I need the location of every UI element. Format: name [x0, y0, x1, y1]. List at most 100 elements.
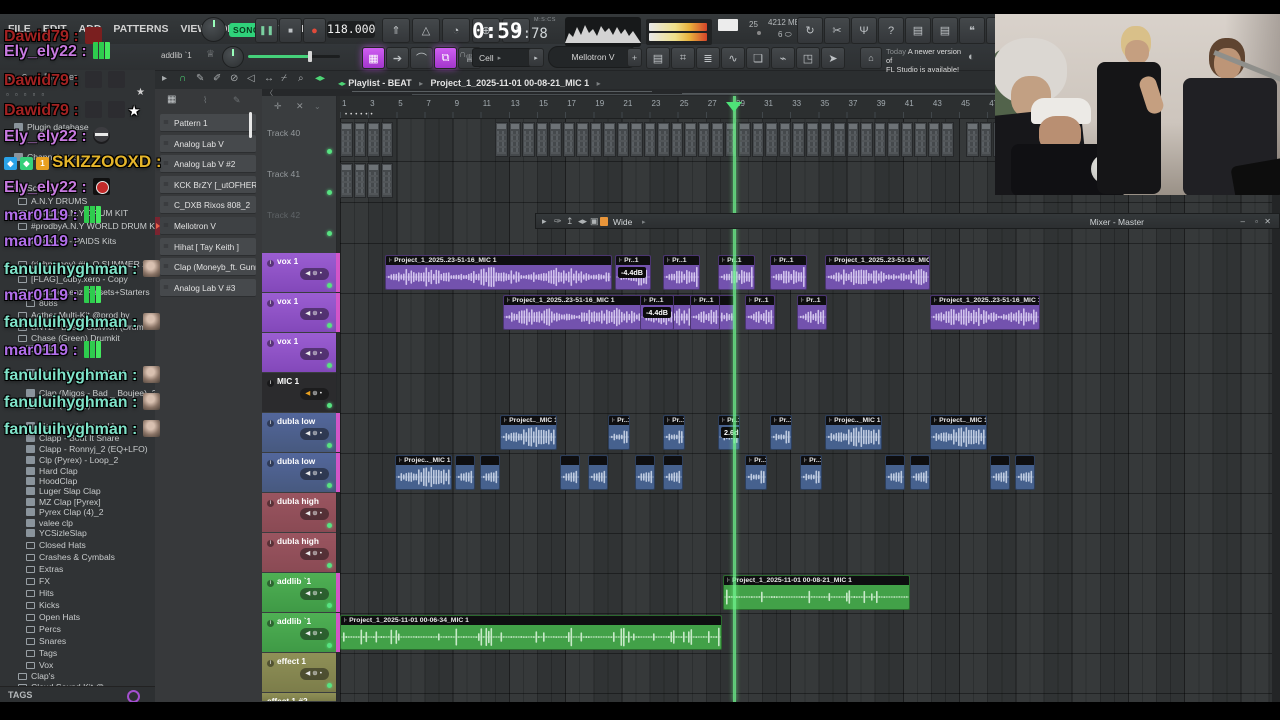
- slice-tool-icon[interactable]: ⌿: [281, 73, 287, 84]
- browser-item[interactable]: _ Marko Lenz Presets+Starters: [18, 287, 168, 297]
- picker-edit-icon[interactable]: ✎: [233, 95, 241, 106]
- audio-clip[interactable]: [455, 455, 475, 490]
- help-icon[interactable]: ?: [878, 17, 904, 44]
- track-led[interactable]: [327, 683, 332, 688]
- wait-input-icon[interactable]: ◔: [442, 18, 470, 43]
- pattern-clip[interactable]: [941, 122, 954, 157]
- audio-clip[interactable]: ⊦Pr..1: [797, 295, 827, 330]
- close-tracks-icon[interactable]: ✕: [296, 101, 304, 112]
- browser-item[interactable]: 808s: [26, 298, 176, 308]
- detach-icon[interactable]: ▸: [542, 216, 547, 227]
- browser-nav-icons[interactable]: ◂ ▴ ⟲: [6, 72, 28, 83]
- browser-item[interactable]: 808s: [26, 343, 176, 353]
- pattern-clip[interactable]: [367, 163, 380, 198]
- pattern-clip[interactable]: [562, 122, 575, 157]
- pan-icon[interactable]: ⊕: [312, 470, 319, 477]
- slider-handle[interactable]: [308, 51, 312, 62]
- playhead-marker[interactable]: [726, 102, 742, 112]
- pattern-clip[interactable]: [887, 122, 900, 157]
- audio-clip[interactable]: ⊦ Project.._MIC 1: [500, 415, 557, 450]
- picker-item[interactable]: ≣ Analog Lab V #3: [160, 278, 256, 297]
- pan-icon[interactable]: ⊕: [312, 510, 319, 517]
- pattern-clip[interactable]: [380, 163, 393, 198]
- track-led[interactable]: [327, 149, 332, 154]
- pattern-clip[interactable]: [353, 163, 366, 198]
- record-arm-icon[interactable]: •: [320, 270, 324, 277]
- pattern-clip[interactable]: [711, 122, 724, 157]
- record-arm-icon[interactable]: •: [320, 470, 324, 477]
- browser-item[interactable]: Percs: [26, 624, 176, 634]
- audio-clip[interactable]: [588, 455, 608, 490]
- browser-item[interactable]: [FLAG]_odby.xero - Copy: [18, 274, 168, 284]
- paint-tool-icon[interactable]: ✐: [213, 73, 221, 84]
- pan-icon[interactable]: ⊕: [312, 310, 319, 317]
- track-header[interactable]: i addlib `1 ◀⊕•: [262, 573, 336, 612]
- picker-item[interactable]: ≣ Pattern 1: [160, 114, 256, 132]
- pattern-clip[interactable]: [819, 122, 832, 157]
- save-new-version-icon[interactable]: ▤: [932, 17, 958, 44]
- picker-item[interactable]: ≣Clap (Moneyb_ft. Gunna): [160, 258, 256, 277]
- pattern-clip[interactable]: [340, 122, 353, 157]
- magnet-icon[interactable]: ∩: [179, 73, 186, 84]
- current-pattern-label[interactable]: addlib `1: [161, 51, 192, 60]
- delete-tool-icon[interactable]: ⊘: [230, 73, 238, 84]
- audio-clip[interactable]: ⊦ Project.._MIC 1: [930, 415, 987, 450]
- browser-item[interactable]: Crashes & Cymbals: [26, 552, 176, 562]
- browser-item[interactable]: (richmxney) ##..O SUMMER 2023##: [18, 259, 168, 269]
- playback-tool-icon[interactable]: ◂▸: [315, 73, 325, 84]
- internal-mic-icon[interactable]: Ψ: [851, 17, 877, 44]
- picker-item[interactable]: ≣ Hihat [ Tay Keith ]: [160, 237, 256, 256]
- feedback-icon[interactable]: ❝: [959, 17, 985, 44]
- pan-icon[interactable]: ⊕: [312, 270, 319, 277]
- pause-button[interactable]: ❚❚: [255, 18, 278, 43]
- browser-item[interactable]: Hard Clap: [26, 466, 176, 476]
- touch-controller-icon[interactable]: ➤: [821, 47, 845, 69]
- mixer-panel-icon[interactable]: ∿: [721, 47, 745, 69]
- browser-item[interactable]: Pyrex Clap (4)_2: [26, 507, 176, 517]
- save-icon[interactable]: ▤: [905, 17, 931, 44]
- minimize-button[interactable]: –: [1241, 217, 1245, 226]
- record-arm-icon[interactable]: •: [320, 550, 324, 557]
- globe-icon[interactable]: ◐: [968, 51, 975, 63]
- snap-selector[interactable]: Cell ▸: [472, 48, 536, 67]
- audio-clip[interactable]: ⊦ Pr..1 -4.4dB: [615, 255, 651, 290]
- record-button[interactable]: ●: [303, 18, 326, 43]
- browser-item[interactable]: Open Hats: [26, 612, 176, 622]
- pan-icon[interactable]: ⊕: [312, 430, 319, 437]
- track-header[interactable]: i vox 1 ◀⊕•: [262, 333, 336, 372]
- browser-tab-icons[interactable]: ▫▫▫▫▫: [6, 90, 50, 99]
- track-controls[interactable]: ◀⊕•: [300, 508, 329, 520]
- browser-item[interactable]: I808Kexz - PAIDS Kits: [18, 236, 168, 246]
- track-controls[interactable]: ◀⊕•: [300, 388, 329, 400]
- browser-item[interactable]: Tags: [26, 648, 176, 658]
- track-controls[interactable]: ◀⊕•: [300, 308, 329, 320]
- mute-tool-icon[interactable]: ◁: [247, 73, 255, 84]
- undo-history-icon[interactable]: ↻: [797, 17, 823, 44]
- pattern-knob[interactable]: [222, 46, 244, 68]
- track-options-icon[interactable]: ⌄: [314, 102, 321, 111]
- pointer-icon[interactable]: ✑: [554, 216, 562, 227]
- menu-item-edit[interactable]: EDIT: [37, 14, 73, 44]
- track-header[interactable]: i effect 1 ◀⊕•: [262, 653, 336, 692]
- dock-icon[interactable]: ▣: [590, 216, 599, 227]
- audio-clip[interactable]: [480, 455, 500, 490]
- update-notification[interactable]: Today A newer version of FL Studio is av…: [886, 47, 964, 74]
- record-arm-icon[interactable]: •: [320, 630, 324, 637]
- browser-item[interactable]: A.N.Y DRUMS: [18, 196, 168, 206]
- browser-item[interactable]: Clp (Pyrex) - Loop_2: [26, 455, 176, 465]
- playhead-line[interactable]: [733, 96, 736, 702]
- pattern-clip[interactable]: [846, 122, 859, 157]
- audio-clip[interactable]: ⊦Pr..1 2.6dB: [718, 415, 740, 450]
- track-led[interactable]: [327, 603, 332, 608]
- maximize-button[interactable]: ▫: [1255, 217, 1258, 226]
- browser-item[interactable]: Snares: [26, 636, 176, 646]
- track-led[interactable]: [327, 403, 332, 408]
- browser-section[interactable]: Plugin database: [14, 122, 164, 132]
- picker-detach-icon[interactable]: ⌇: [203, 95, 207, 106]
- audio-clip[interactable]: ⊦Pr..1: [608, 415, 630, 450]
- audio-clip[interactable]: ⊦ Pr..1 -4.4dB: [640, 295, 674, 330]
- mixer-window-titlebar[interactable]: ▸ ✑ ↥ ◂▸ ▣ Wide ▸ Mixer - Master – ▫ ✕: [535, 213, 1280, 229]
- audio-clip[interactable]: ⊦ Projec.._MIC 1: [825, 415, 882, 450]
- pattern-clip[interactable]: [589, 122, 602, 157]
- track-controls[interactable]: ◀⊕•: [300, 268, 329, 280]
